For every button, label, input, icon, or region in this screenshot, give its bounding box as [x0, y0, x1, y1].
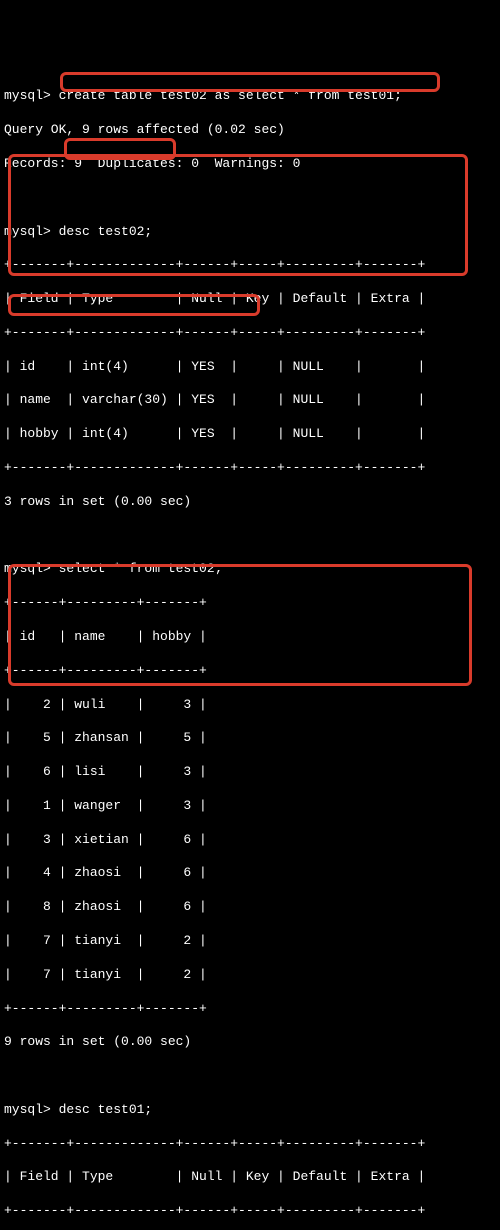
blank-line [4, 190, 496, 207]
table-row: | 5 | zhansan | 5 | [4, 730, 496, 747]
table-row: | name | varchar(30) | YES | | NULL | | [4, 392, 496, 409]
cmd-text: desc test02; [51, 224, 152, 239]
table-sep: +------+---------+-------+ [4, 595, 496, 612]
table-row: | 4 | zhaosi | 6 | [4, 865, 496, 882]
cmd-text: create table test02 as select * from tes… [51, 88, 402, 103]
result-line: Query OK, 9 rows affected (0.02 sec) [4, 122, 496, 139]
cmd-text: select * from test02; [51, 561, 223, 576]
mysql-prompt: mysql> [4, 88, 51, 103]
table-sep: +-------+-------------+------+-----+----… [4, 325, 496, 342]
table-header: | Field | Type | Null | Key | Default | … [4, 1169, 496, 1186]
terminal-output: mysql> create table test02 as select * f… [4, 72, 496, 1230]
table-header: | Field | Type | Null | Key | Default | … [4, 291, 496, 308]
mysql-prompt: mysql> [4, 1102, 51, 1117]
table-row: | 3 | xietian | 6 | [4, 832, 496, 849]
cmd-text: desc test01; [51, 1102, 152, 1117]
table-row: | 1 | wanger | 3 | [4, 798, 496, 815]
blank-line [4, 528, 496, 545]
table-row: | 7 | tianyi | 2 | [4, 933, 496, 950]
table-row: | 7 | tianyi | 2 | [4, 967, 496, 984]
table-sep: +-------+-------------+------+-----+----… [4, 257, 496, 274]
table-sep: +-------+-------------+------+-----+----… [4, 460, 496, 477]
result-footer: 3 rows in set (0.00 sec) [4, 494, 496, 511]
cmd-select-test02: mysql> select * from test02; [4, 561, 496, 578]
mysql-prompt: mysql> [4, 561, 51, 576]
table-row: | id | int(4) | YES | | NULL | | [4, 359, 496, 376]
cmd-create-table: mysql> create table test02 as select * f… [4, 88, 496, 105]
result-footer: 9 rows in set (0.00 sec) [4, 1034, 496, 1051]
mysql-prompt: mysql> [4, 224, 51, 239]
table-header: | id | name | hobby | [4, 629, 496, 646]
table-sep: +-------+-------------+------+-----+----… [4, 1136, 496, 1153]
table-sep: +------+---------+-------+ [4, 663, 496, 680]
result-line: Records: 9 Duplicates: 0 Warnings: 0 [4, 156, 496, 173]
blank-line [4, 1068, 496, 1085]
table-row: | 2 | wuli | 3 | [4, 697, 496, 714]
table-row: | 6 | lisi | 3 | [4, 764, 496, 781]
cmd-desc-test01: mysql> desc test01; [4, 1102, 496, 1119]
table-row: | 8 | zhaosi | 6 | [4, 899, 496, 916]
table-sep: +-------+-------------+------+-----+----… [4, 1203, 496, 1220]
table-row: | hobby | int(4) | YES | | NULL | | [4, 426, 496, 443]
table-sep: +------+---------+-------+ [4, 1001, 496, 1018]
cmd-desc-test02: mysql> desc test02; [4, 224, 496, 241]
